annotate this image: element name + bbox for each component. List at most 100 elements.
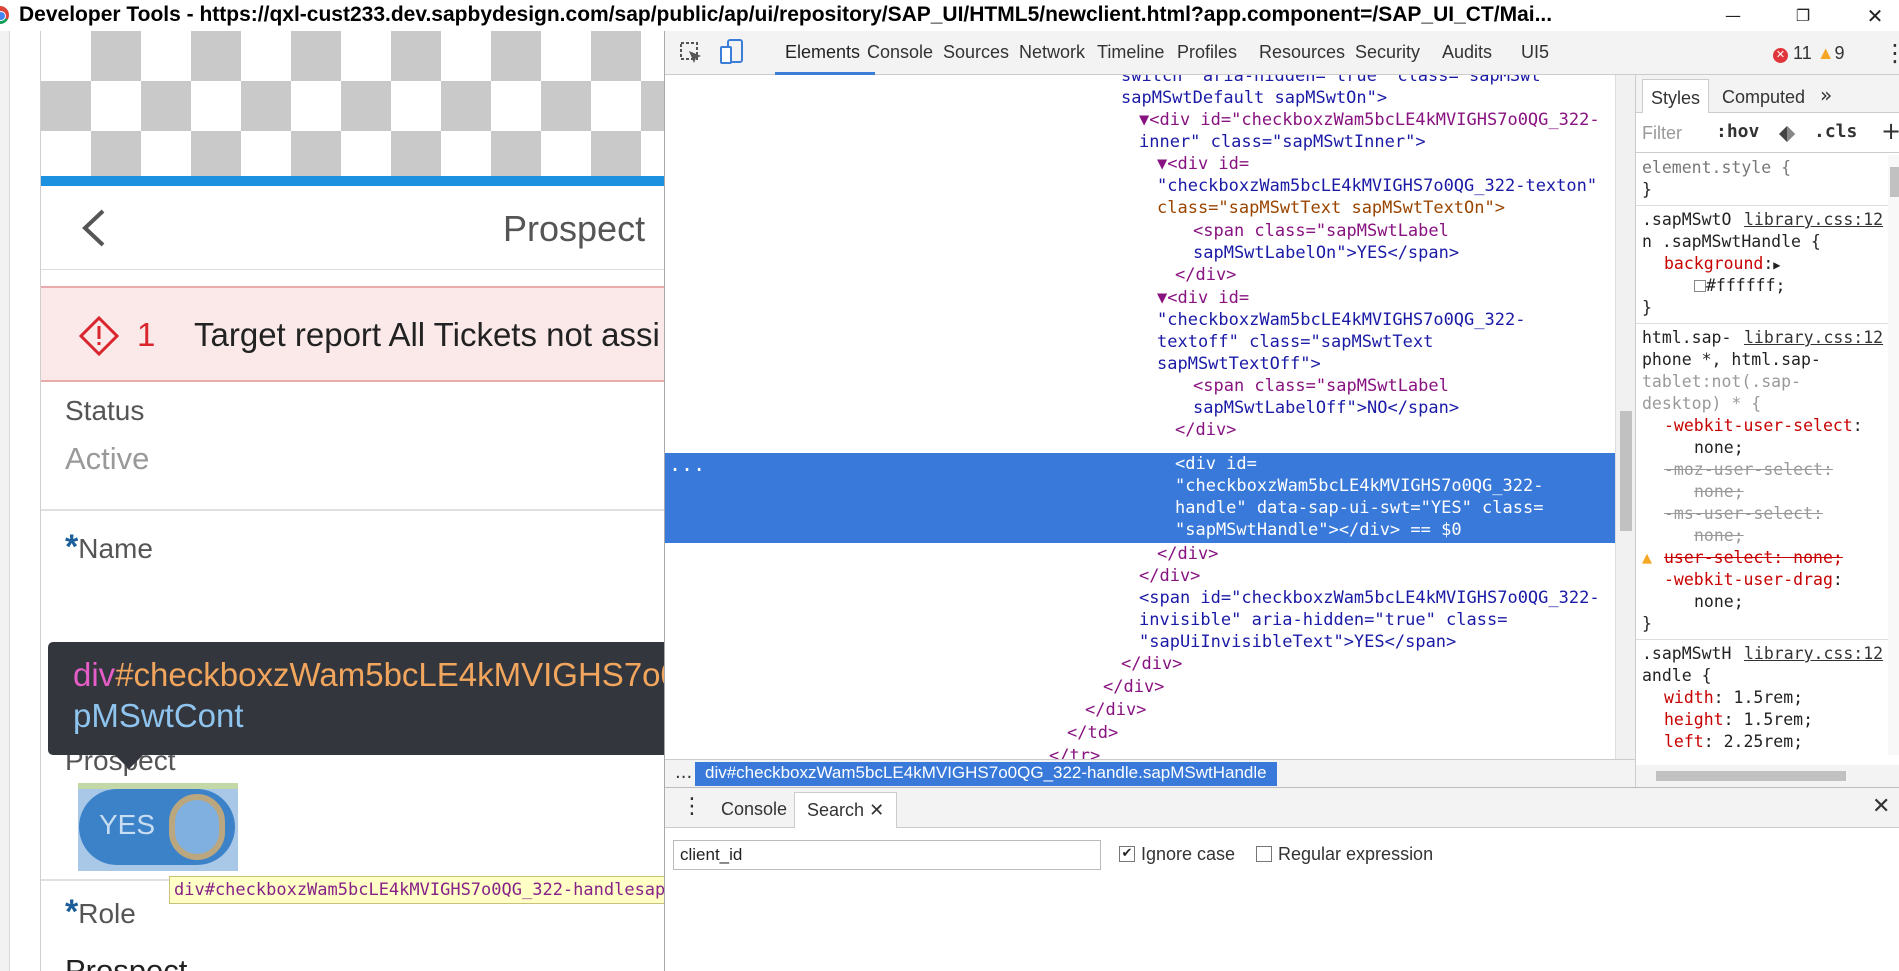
dom-line[interactable]: </tr>	[1049, 745, 1100, 759]
style-value[interactable]: #ffffff;	[1694, 275, 1785, 297]
regex-label[interactable]: Regular expression	[1278, 844, 1433, 865]
rule-source-link[interactable]: library.css:12	[1744, 643, 1883, 665]
rule-selector[interactable]: phone *, html.sap-	[1642, 349, 1821, 371]
style-value-overridden[interactable]: none;	[1694, 481, 1744, 503]
tab-audits[interactable]: Audits	[1442, 42, 1492, 63]
prospect-switch[interactable]: YES	[79, 789, 235, 865]
dom-line[interactable]: </div>	[1157, 543, 1218, 565]
regex-checkbox[interactable]	[1256, 846, 1272, 862]
element-state-icon[interactable]	[1778, 125, 1796, 143]
tab-elements[interactable]: Elements	[785, 42, 860, 63]
style-property-invalid[interactable]: user-select: none;	[1664, 547, 1843, 569]
close-drawer-icon[interactable]: ✕	[1872, 794, 1890, 819]
close-window-button[interactable]: ✕	[1852, 0, 1898, 31]
dom-scroll-thumb[interactable]	[1620, 411, 1632, 531]
tab-styles[interactable]: Styles	[1642, 79, 1710, 113]
style-value[interactable]: none;	[1694, 437, 1744, 459]
style-property[interactable]: -webkit-user-drag:	[1664, 569, 1843, 591]
tab-network[interactable]: Network	[1019, 42, 1085, 63]
rule-selector[interactable]: .sapMSwtH	[1642, 643, 1731, 665]
rule-selector[interactable]: .sapMSwtO	[1642, 209, 1731, 231]
devtools-menu-icon[interactable]: ⋮	[1883, 39, 1899, 67]
tab-timeline[interactable]: Timeline	[1097, 42, 1164, 63]
switch-handle[interactable]	[169, 794, 225, 860]
styles-hscroll-thumb[interactable]	[1656, 771, 1846, 781]
error-warning-counter[interactable]: ✕ 11 ▲9	[1773, 43, 1845, 64]
node-actions-icon[interactable]: ...	[669, 453, 705, 476]
styles-scrollbar[interactable]	[1888, 155, 1899, 755]
rule-selector[interactable]: n .sapMSwtHandle {	[1642, 231, 1821, 253]
dom-line[interactable]: </td>	[1067, 722, 1118, 744]
tab-security[interactable]: Security	[1355, 42, 1420, 63]
rule-selector[interactable]: html.sap-	[1642, 327, 1731, 349]
dom-line[interactable]: <span class="sapMSwtLabel	[1193, 375, 1449, 397]
new-rule-icon[interactable]: +	[1881, 117, 1899, 145]
styles-hscrollbar[interactable]	[1636, 765, 1899, 787]
device-mode-icon[interactable]	[720, 39, 744, 65]
style-property[interactable]: background:▶	[1664, 253, 1781, 276]
style-property-overridden[interactable]: -moz-user-select:	[1664, 459, 1833, 481]
tab-resources[interactable]: Resources	[1259, 42, 1345, 63]
dom-line[interactable]: <span class="sapMSwtLabel	[1193, 220, 1449, 242]
style-property[interactable]: width: 1.5rem;	[1664, 687, 1803, 709]
dom-line[interactable]: sapMSwtLabelOn">YES</span>	[1193, 242, 1459, 264]
breadcrumb-item[interactable]: div#checkboxzWam5bcLE4kMVIGHS7o0QG_322-h…	[695, 762, 1277, 786]
more-tabs-icon[interactable]: »	[1820, 83, 1832, 107]
dom-line[interactable]: </div>	[1085, 699, 1146, 721]
dom-line[interactable]: </div>	[1139, 565, 1200, 587]
style-value[interactable]: none;	[1694, 591, 1744, 613]
drawer-menu-icon[interactable]: ⋮	[681, 794, 703, 819]
tab-sources[interactable]: Sources	[943, 42, 1009, 63]
rule-selector[interactable]: element.style {	[1642, 157, 1791, 179]
dom-line[interactable]: sapMSwtDefault sapMSwtOn">	[1121, 87, 1387, 109]
search-input[interactable]	[673, 840, 1101, 870]
styles-filter-input[interactable]: Filter	[1642, 123, 1682, 144]
dom-line[interactable]: </div>	[1121, 653, 1182, 675]
styles-scroll-thumb[interactable]	[1890, 167, 1899, 197]
minimize-button[interactable]: —	[1710, 0, 1756, 31]
dom-line[interactable]: </div>	[1175, 419, 1236, 441]
dom-line[interactable]: ▼<div id="checkboxzWam5bcLE4kMVIGHS7o0QG…	[1139, 109, 1600, 131]
back-chevron-icon[interactable]	[79, 208, 109, 248]
tab-computed[interactable]: Computed	[1722, 87, 1805, 108]
tab-console[interactable]: Console	[867, 42, 933, 63]
dom-line[interactable]: invisible" aria-hidden="true" class=	[1139, 609, 1507, 631]
rule-source-link[interactable]: library.css:12	[1744, 327, 1883, 349]
dom-line[interactable]: <span id="checkboxzWam5bcLE4kMVIGHS7o0QG…	[1139, 587, 1600, 609]
drawer-tab-search[interactable]: Search ✕	[794, 792, 898, 828]
dom-line[interactable]: </div>	[1103, 676, 1164, 698]
ignore-case-checkbox[interactable]: ✔	[1119, 846, 1135, 862]
rule-selector[interactable]: desktop) * {	[1642, 393, 1761, 415]
ignore-case-label[interactable]: Ignore case	[1141, 844, 1235, 865]
dom-line[interactable]: "checkboxzWam5bcLE4kMVIGHS7o0QG_322-	[1157, 309, 1525, 331]
tab-ui5[interactable]: UI5	[1521, 42, 1549, 63]
selected-dom-node[interactable]: ... <div id= "checkboxzWam5bcLE4kMVIGHS7…	[665, 453, 1615, 543]
style-property[interactable]: -webkit-user-select:	[1664, 415, 1863, 437]
dom-line[interactable]: "sapUiInvisibleText">YES</span>	[1139, 631, 1456, 653]
class-toggle[interactable]: .cls	[1814, 121, 1857, 142]
dom-line[interactable]: switch" aria-hidden="true" class="sapMSw…	[1121, 75, 1541, 87]
dom-line[interactable]: ▼<div id=	[1157, 153, 1249, 175]
rule-source-link[interactable]: library.css:12	[1744, 209, 1883, 231]
rule-selector[interactable]: andle {	[1642, 665, 1712, 687]
rule-selector[interactable]: tablet:not(.sap-	[1642, 371, 1801, 393]
dom-line[interactable]: </div>	[1175, 264, 1236, 286]
style-property[interactable]: height: 1.5rem;	[1664, 709, 1813, 731]
style-value-overridden[interactable]: none;	[1694, 525, 1744, 547]
dom-tree[interactable]: switch" aria-hidden="true" class="sapMSw…	[665, 75, 1615, 759]
close-tab-icon[interactable]: ✕	[869, 800, 884, 820]
dom-line[interactable]: sapMSwtTextOff">	[1157, 353, 1321, 375]
dom-line[interactable]: ▼<div id=	[1157, 287, 1249, 309]
dom-scrollbar[interactable]	[1615, 75, 1635, 759]
dom-line[interactable]: textoff" class="sapMSwtText	[1157, 331, 1433, 353]
dom-line[interactable]: class="sapMSwtText sapMSwtTextOn">	[1157, 197, 1505, 219]
breadcrumb-more[interactable]: ...	[675, 762, 692, 783]
style-property[interactable]: left: 2.25rem;	[1664, 731, 1803, 753]
dom-line[interactable]: sapMSwtLabelOff">NO</span>	[1193, 397, 1459, 419]
style-property-overridden[interactable]: -ms-user-select:	[1664, 503, 1823, 525]
tab-profiles[interactable]: Profiles	[1177, 42, 1237, 63]
error-message-strip[interactable]: 1 Target report All Tickets not assi	[41, 286, 664, 382]
restore-button[interactable]: ❐	[1780, 0, 1826, 31]
dom-line[interactable]: inner" class="sapMSwtInner">	[1139, 131, 1426, 153]
dom-line[interactable]: "checkboxzWam5bcLE4kMVIGHS7o0QG_322-text…	[1157, 175, 1597, 197]
